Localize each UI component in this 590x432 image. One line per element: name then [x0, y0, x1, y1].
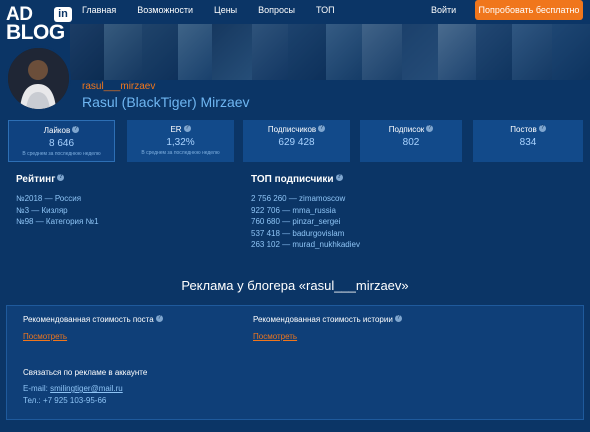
- main-nav: Главная Возможности Цены Вопросы ТОП: [82, 5, 356, 15]
- stat-posts-value: 834: [519, 137, 537, 148]
- logo-in-badge: in: [54, 7, 72, 22]
- post-cost-label: Рекомендованная стоимость поста?: [23, 315, 163, 324]
- stat-following: Подписок? 802: [360, 120, 462, 162]
- adinblog-logo[interactable]: AD in BLOG: [6, 4, 72, 44]
- help-icon[interactable]: ?: [426, 125, 434, 132]
- nav-top[interactable]: ТОП: [316, 5, 335, 15]
- stat-posts-label: Постов: [510, 125, 537, 134]
- rating-list: №2018 — Россия №3 — Кизляр №98 — Категор…: [16, 193, 99, 228]
- stat-followers-label: Подписчиков: [267, 125, 317, 134]
- post-cost-view-link[interactable]: Посмотреть: [23, 332, 67, 341]
- help-icon[interactable]: ?: [155, 315, 163, 322]
- nav-questions[interactable]: Вопросы: [258, 5, 295, 15]
- top-followers-title: ТОП подписчики?: [251, 174, 343, 185]
- stat-er-label: ER: [170, 125, 182, 134]
- rating-title-text: Рейтинг: [16, 174, 56, 185]
- contact-title: Связаться по рекламе в аккаунте: [23, 368, 148, 377]
- email-label: E-mail:: [23, 384, 48, 393]
- nav-home[interactable]: Главная: [82, 5, 116, 15]
- list-item: №3 — Кизляр: [16, 205, 68, 215]
- profile-username[interactable]: rasul___mirzaev: [82, 81, 155, 92]
- list-item[interactable]: 922 706 — mma_russia: [251, 205, 360, 217]
- help-icon[interactable]: ?: [538, 125, 546, 132]
- stat-followers-value: 629 428: [278, 137, 315, 148]
- avatar-person-icon: [8, 48, 69, 109]
- stat-er: ER? 1,32% В среднем за последнюю неделю: [127, 120, 234, 162]
- stat-likes-note: В среднем за последнюю неделю: [22, 151, 101, 157]
- profile-banner-photos: [70, 24, 590, 80]
- nav-prices[interactable]: Цены: [214, 5, 237, 15]
- stat-posts: Постов? 834: [473, 120, 583, 162]
- stat-following-value: 802: [402, 137, 420, 148]
- contact-email-row: E-mail: smilingtiger@mail.ru: [23, 384, 123, 393]
- nav-features[interactable]: Возможности: [137, 5, 193, 15]
- list-item: №98 — Категория №1: [16, 217, 99, 226]
- rating-title: Рейтинг?: [16, 174, 65, 185]
- list-item[interactable]: 263 102 — murad_nukhkadiev: [251, 239, 360, 251]
- email-link[interactable]: smilingtiger@mail.ru: [50, 384, 123, 393]
- contact-phone[interactable]: Тел.: +7 925 103-95-66: [23, 396, 106, 405]
- stat-likes-label: Лайков: [43, 126, 71, 135]
- story-cost-view-link[interactable]: Посмотреть: [253, 332, 297, 341]
- stat-followers: Подписчиков? 629 428: [243, 120, 350, 162]
- ad-info-panel: Рекомендованная стоимость поста? Посмотр…: [6, 305, 584, 420]
- story-cost-label: Рекомендованная стоимость истории?: [253, 315, 402, 324]
- post-cost-label-text: Рекомендованная стоимость поста: [23, 315, 154, 324]
- top-followers-list: 2 756 260 — zimamoscow 922 706 — mma_rus…: [251, 193, 360, 251]
- list-item[interactable]: 760 680 — pinzar_sergei: [251, 216, 360, 228]
- help-icon[interactable]: ?: [394, 315, 402, 322]
- stat-likes-value: 8 646: [48, 138, 75, 149]
- stat-er-value: 1,32%: [166, 137, 195, 148]
- login-link[interactable]: Войти: [431, 5, 456, 15]
- help-icon[interactable]: ?: [57, 174, 65, 181]
- list-item: №2018 — Россия: [16, 194, 82, 203]
- try-free-button[interactable]: Попробовать бесплатно: [475, 0, 583, 20]
- stat-likes: Лайков? 8 646 В среднем за последнюю нед…: [8, 120, 115, 162]
- profile-fullname: Rasul (BlackTiger) Mirzaev: [82, 94, 250, 110]
- stat-following-label: Подписок: [388, 125, 425, 134]
- stat-er-note: В среднем за последнюю неделю: [141, 150, 220, 156]
- list-item[interactable]: 537 418 — badurgovislam: [251, 228, 360, 240]
- help-icon[interactable]: ?: [72, 126, 80, 133]
- story-cost-label-text: Рекомендованная стоимость истории: [253, 315, 393, 324]
- ad-section-heading: Реклама у блогера «rasul___mirzaev»: [181, 278, 409, 293]
- list-item[interactable]: 2 756 260 — zimamoscow: [251, 193, 360, 205]
- top-followers-title-text: ТОП подписчики: [251, 174, 334, 185]
- help-icon[interactable]: ?: [335, 174, 343, 181]
- profile-avatar: [6, 46, 71, 111]
- help-icon[interactable]: ?: [318, 125, 326, 132]
- help-icon[interactable]: ?: [183, 125, 191, 132]
- logo-blog-text: BLOG: [6, 21, 65, 44]
